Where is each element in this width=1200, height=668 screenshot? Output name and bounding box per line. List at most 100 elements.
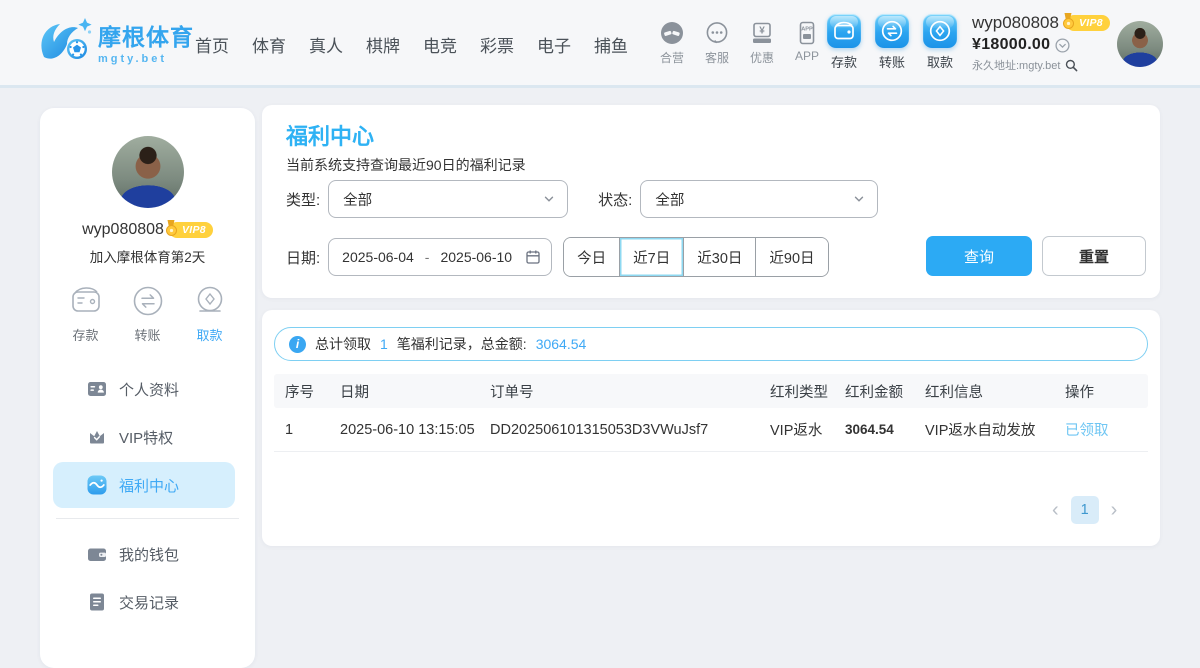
withdraw-button[interactable]: 取款 xyxy=(920,14,960,71)
info-icon: i xyxy=(289,336,306,353)
table-row: 1 2025-06-10 13:15:05 DD202506101315053D… xyxy=(274,408,1148,452)
sidebar-item-welfare[interactable]: 福利中心 xyxy=(53,462,235,508)
col-index: 序号 xyxy=(285,381,340,402)
username[interactable]: wyp080808 xyxy=(972,13,1059,33)
support-button[interactable]: 客服 xyxy=(697,20,737,66)
wallet-action-label: 转账 xyxy=(879,52,905,71)
type-select-value: 全部 xyxy=(343,189,372,210)
vip-badge: VIP8 xyxy=(1066,15,1110,31)
user-info: wyp080808 VIP8 ¥18000.00 永久 xyxy=(972,13,1122,73)
sidebar-item-profile[interactable]: 个人资料 xyxy=(53,366,235,412)
date-from: 2025-06-04 xyxy=(342,249,414,265)
range-90days-button[interactable]: 近90日 xyxy=(755,238,827,276)
nav-home[interactable]: 首页 xyxy=(195,32,229,57)
wallet-action-group: 存款 转账 取款 xyxy=(824,14,960,71)
filter-row-date: 日期: 2025-06-04 - 2025-06-10 今日 近7日 近30日 … xyxy=(286,237,829,277)
sidebar-transfer-button[interactable]: 转账 xyxy=(126,282,170,344)
nav-sports[interactable]: 体育 xyxy=(252,32,286,57)
page-subtitle: 当前系统支持查询最近90日的福利记录 xyxy=(286,155,526,175)
partner-button[interactable]: 合营 xyxy=(652,20,692,66)
col-order-no: 订单号 xyxy=(490,381,770,402)
sidebar-action-label: 转账 xyxy=(134,325,160,344)
nav-esports[interactable]: 电竞 xyxy=(423,32,457,57)
range-30days-button[interactable]: 近30日 xyxy=(683,238,755,276)
summary-bar: i 总计领取 1 笔福利记录，总金额: 3064.54 xyxy=(274,327,1148,361)
summary-count: 1 xyxy=(380,336,388,352)
next-page-button[interactable]: › xyxy=(1111,496,1118,524)
chevron-down-icon xyxy=(543,193,555,205)
col-action: 操作 xyxy=(1065,381,1148,402)
search-icon[interactable] xyxy=(1065,59,1078,72)
logo-title: 摩根体育 xyxy=(98,18,194,52)
page-title: 福利中心 xyxy=(286,119,374,151)
range-7days-button[interactable]: 近7日 xyxy=(619,238,683,276)
date-quick-range-group: 今日 近7日 近30日 近90日 xyxy=(563,237,828,277)
withdraw-icon xyxy=(925,16,955,46)
query-button[interactable]: 查询 xyxy=(926,236,1032,276)
balance: ¥18000.00 xyxy=(972,36,1050,54)
sidebar-item-vip[interactable]: VIP特权 xyxy=(53,414,235,460)
withdraw-tile xyxy=(923,14,957,48)
promo-button[interactable]: ¥ 优惠 xyxy=(742,20,782,66)
joined-days-label: 加入摩根体育第2天 xyxy=(40,246,255,266)
sidebar-menu: 个人资料 VIP特权 xyxy=(40,366,255,625)
svg-text:¥: ¥ xyxy=(759,26,765,37)
id-card-icon xyxy=(87,379,107,399)
balance-toggle-icon[interactable] xyxy=(1055,38,1070,53)
sidebar-action-label: 存款 xyxy=(72,325,98,344)
deposit-button[interactable]: 存款 xyxy=(824,14,864,71)
quick-icon-label: 客服 xyxy=(705,49,729,66)
sidebar-item-records[interactable]: 交易记录 xyxy=(53,579,235,625)
user-avatar[interactable] xyxy=(1117,21,1163,67)
filter-row-type-status: 类型: 全部 状态: 全部 xyxy=(286,180,878,218)
sidebar-deposit-button[interactable]: 存款 xyxy=(64,282,108,344)
status-select[interactable]: 全部 xyxy=(640,180,878,218)
page-1-button[interactable]: 1 xyxy=(1071,496,1099,524)
wallet-icon xyxy=(67,282,105,320)
top-header: 摩根体育 mgty.bet 首页 体育 真人 棋牌 电竞 彩票 电子 捕鱼 合营 xyxy=(0,0,1200,88)
col-bonus-type: 红利类型 xyxy=(770,381,845,402)
status-label: 状态: xyxy=(598,189,632,210)
cell-index: 1 xyxy=(285,422,340,438)
col-bonus-amount: 红利金额 xyxy=(845,381,925,402)
account-sidebar: wyp080808 VIP8 加入摩根体育第2天 存款 xyxy=(40,108,255,668)
sidebar-action-group: 存款 转账 取款 xyxy=(40,282,255,344)
nav-live-casino[interactable]: 真人 xyxy=(309,32,343,57)
sidebar-withdraw-button[interactable]: 取款 xyxy=(188,282,232,344)
nav-fishing[interactable]: 捕鱼 xyxy=(594,32,628,57)
cell-bonus-info: VIP返水自动发放 xyxy=(925,419,1065,440)
sidebar-avatar[interactable] xyxy=(112,136,184,208)
logo-icon xyxy=(36,16,94,66)
pagination: ‹ 1 › xyxy=(1052,496,1117,524)
quick-icon-label: 合营 xyxy=(660,49,684,66)
nav-card-games[interactable]: 棋牌 xyxy=(366,32,400,57)
medal-icon xyxy=(164,220,179,237)
quick-icon-group: 合营 客服 ¥ 优惠 xyxy=(652,20,827,66)
sidebar-vip-badge: VIP8 xyxy=(169,222,213,238)
table-header: 序号 日期 订单号 红利类型 红利金额 红利信息 操作 xyxy=(274,374,1148,408)
sidebar-item-label: 福利中心 xyxy=(119,475,179,496)
nav-slots[interactable]: 电子 xyxy=(537,32,571,57)
reset-button[interactable]: 重置 xyxy=(1042,236,1146,276)
prev-page-button[interactable]: ‹ xyxy=(1052,496,1059,524)
type-select[interactable]: 全部 xyxy=(328,180,568,218)
date-separator: - xyxy=(425,249,430,265)
calendar-icon xyxy=(525,249,541,265)
cell-date: 2025-06-10 13:15:05 xyxy=(340,422,490,438)
sidebar-item-wallet[interactable]: 我的钱包 xyxy=(53,531,235,577)
sidebar-action-label: 取款 xyxy=(196,325,222,344)
permanent-url: 永久地址:mgty.bet xyxy=(972,57,1060,73)
welfare-table: 序号 日期 订单号 红利类型 红利金额 红利信息 操作 1 2025-06-10… xyxy=(274,374,1148,452)
nav-lottery[interactable]: 彩票 xyxy=(480,32,514,57)
deposit-tile xyxy=(827,14,861,48)
range-today-button[interactable]: 今日 xyxy=(564,238,619,276)
type-label: 类型: xyxy=(286,189,320,210)
app-download-button[interactable]: APP APP xyxy=(787,20,827,66)
summary-amount: 3064.54 xyxy=(536,336,587,352)
logo[interactable]: 摩根体育 mgty.bet xyxy=(36,16,194,66)
welfare-results-card: i 总计领取 1 笔福利记录，总金额: 3064.54 序号 日期 订单号 红利… xyxy=(262,310,1160,546)
main-nav: 首页 体育 真人 棋牌 电竞 彩票 电子 捕鱼 xyxy=(195,0,628,88)
transfer-button[interactable]: 转账 xyxy=(872,14,912,71)
summary-middle: 笔福利记录，总金额: xyxy=(397,334,527,354)
date-range-input[interactable]: 2025-06-04 - 2025-06-10 xyxy=(328,238,552,276)
